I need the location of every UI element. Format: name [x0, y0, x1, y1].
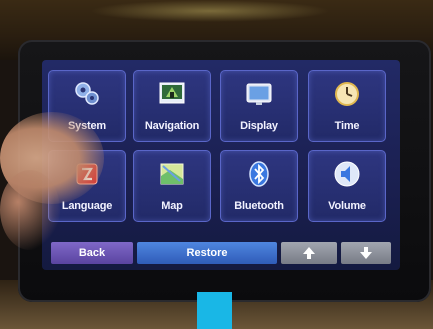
photo-scene: System Navigation Display Time: [0, 0, 433, 329]
tile-navigation[interactable]: Navigation: [133, 70, 211, 142]
background-light-glare: [90, 0, 330, 22]
arrow-up-icon: [303, 247, 315, 259]
volume-icon: [334, 161, 360, 187]
tile-time[interactable]: Time: [308, 70, 386, 142]
tile-volume[interactable]: Volume: [308, 150, 386, 222]
tile-bluetooth-label: Bluetooth: [234, 200, 284, 212]
tile-display-label: Display: [240, 120, 278, 132]
tile-time-label: Time: [334, 120, 360, 132]
display-icon: [246, 83, 272, 105]
scroll-up-button[interactable]: [281, 242, 337, 264]
tile-display[interactable]: Display: [220, 70, 298, 142]
clock-icon: [335, 82, 359, 106]
bluetooth-icon: [249, 161, 269, 187]
navigation-icon: [159, 82, 185, 104]
system-gears-icon: [75, 82, 99, 105]
map-icon: [160, 163, 184, 185]
arrow-down-icon: [360, 247, 372, 259]
cyan-marker: [197, 292, 232, 329]
hand-shadow: [0, 170, 60, 250]
tile-map-label: Map: [161, 200, 183, 212]
scroll-down-button[interactable]: [341, 242, 391, 264]
tile-map[interactable]: Map: [133, 150, 211, 222]
tile-volume-label: Volume: [328, 200, 366, 212]
back-button[interactable]: Back: [51, 242, 133, 264]
tile-navigation-label: Navigation: [144, 120, 200, 132]
restore-button[interactable]: Restore: [137, 242, 277, 264]
tile-bluetooth[interactable]: Bluetooth: [220, 150, 298, 222]
